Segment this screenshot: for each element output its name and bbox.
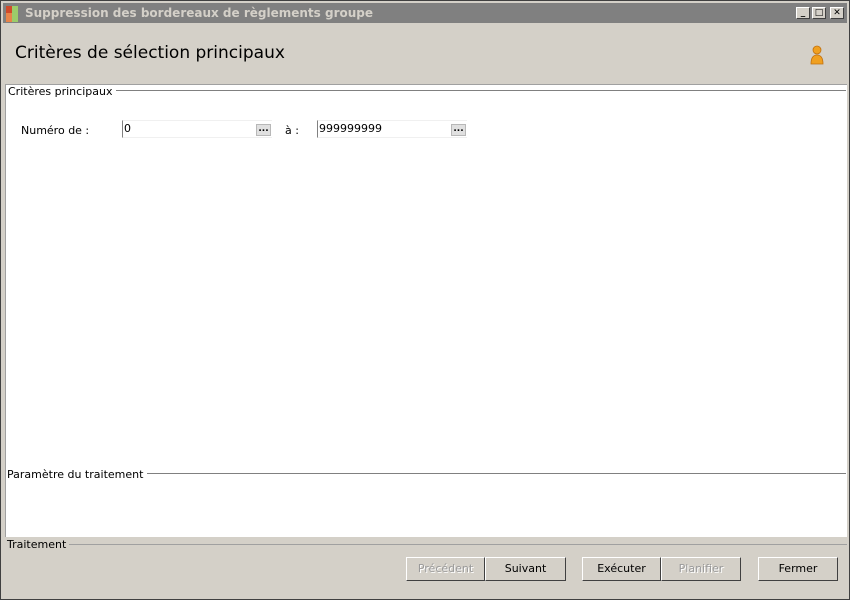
close-button[interactable]: Fermer xyxy=(758,557,838,581)
page-title: Critères de sélection principaux xyxy=(15,43,285,63)
app-icon xyxy=(6,6,22,22)
footer-legend: Traitement xyxy=(7,538,70,551)
title-bar[interactable]: Suppression des bordereaux de règlements… xyxy=(3,3,847,23)
close-window-button[interactable]: ✕ xyxy=(830,7,844,19)
to-number-field[interactable]: 999999999 ... xyxy=(317,120,467,138)
execute-button[interactable]: Exécuter xyxy=(582,557,661,581)
footer-line xyxy=(59,544,847,545)
params-group-legend: Paramètre du traitement xyxy=(7,468,148,481)
previous-button[interactable]: Précédent xyxy=(406,557,485,581)
from-number-value: 0 xyxy=(124,122,131,135)
from-number-label: Numéro de : xyxy=(21,124,90,137)
to-number-ellipsis-button[interactable]: ... xyxy=(451,124,466,136)
maximize-button[interactable]: □ xyxy=(812,7,826,19)
minimize-button[interactable]: _ xyxy=(796,7,810,19)
main-window: Suppression des bordereaux de règlements… xyxy=(0,0,850,600)
criteria-group-line xyxy=(101,90,846,91)
criteria-group-legend: Critères principaux xyxy=(8,85,117,98)
to-number-label: à : xyxy=(285,124,299,137)
user-icon[interactable] xyxy=(809,45,825,65)
footer: Traitement Précédent Suivant Exécuter Pl… xyxy=(3,537,847,597)
next-button[interactable]: Suivant xyxy=(485,557,566,581)
params-group-line xyxy=(132,473,846,474)
window-title: Suppression des bordereaux de règlements… xyxy=(25,6,373,20)
content-panel: Critères principaux Numéro de : 0 ... à … xyxy=(5,84,847,537)
to-number-value: 999999999 xyxy=(319,122,382,135)
from-number-ellipsis-button[interactable]: ... xyxy=(256,124,271,136)
header: Critères de sélection principaux xyxy=(3,23,847,83)
from-number-field[interactable]: 0 ... xyxy=(122,120,272,138)
schedule-button[interactable]: Planifier xyxy=(661,557,741,581)
